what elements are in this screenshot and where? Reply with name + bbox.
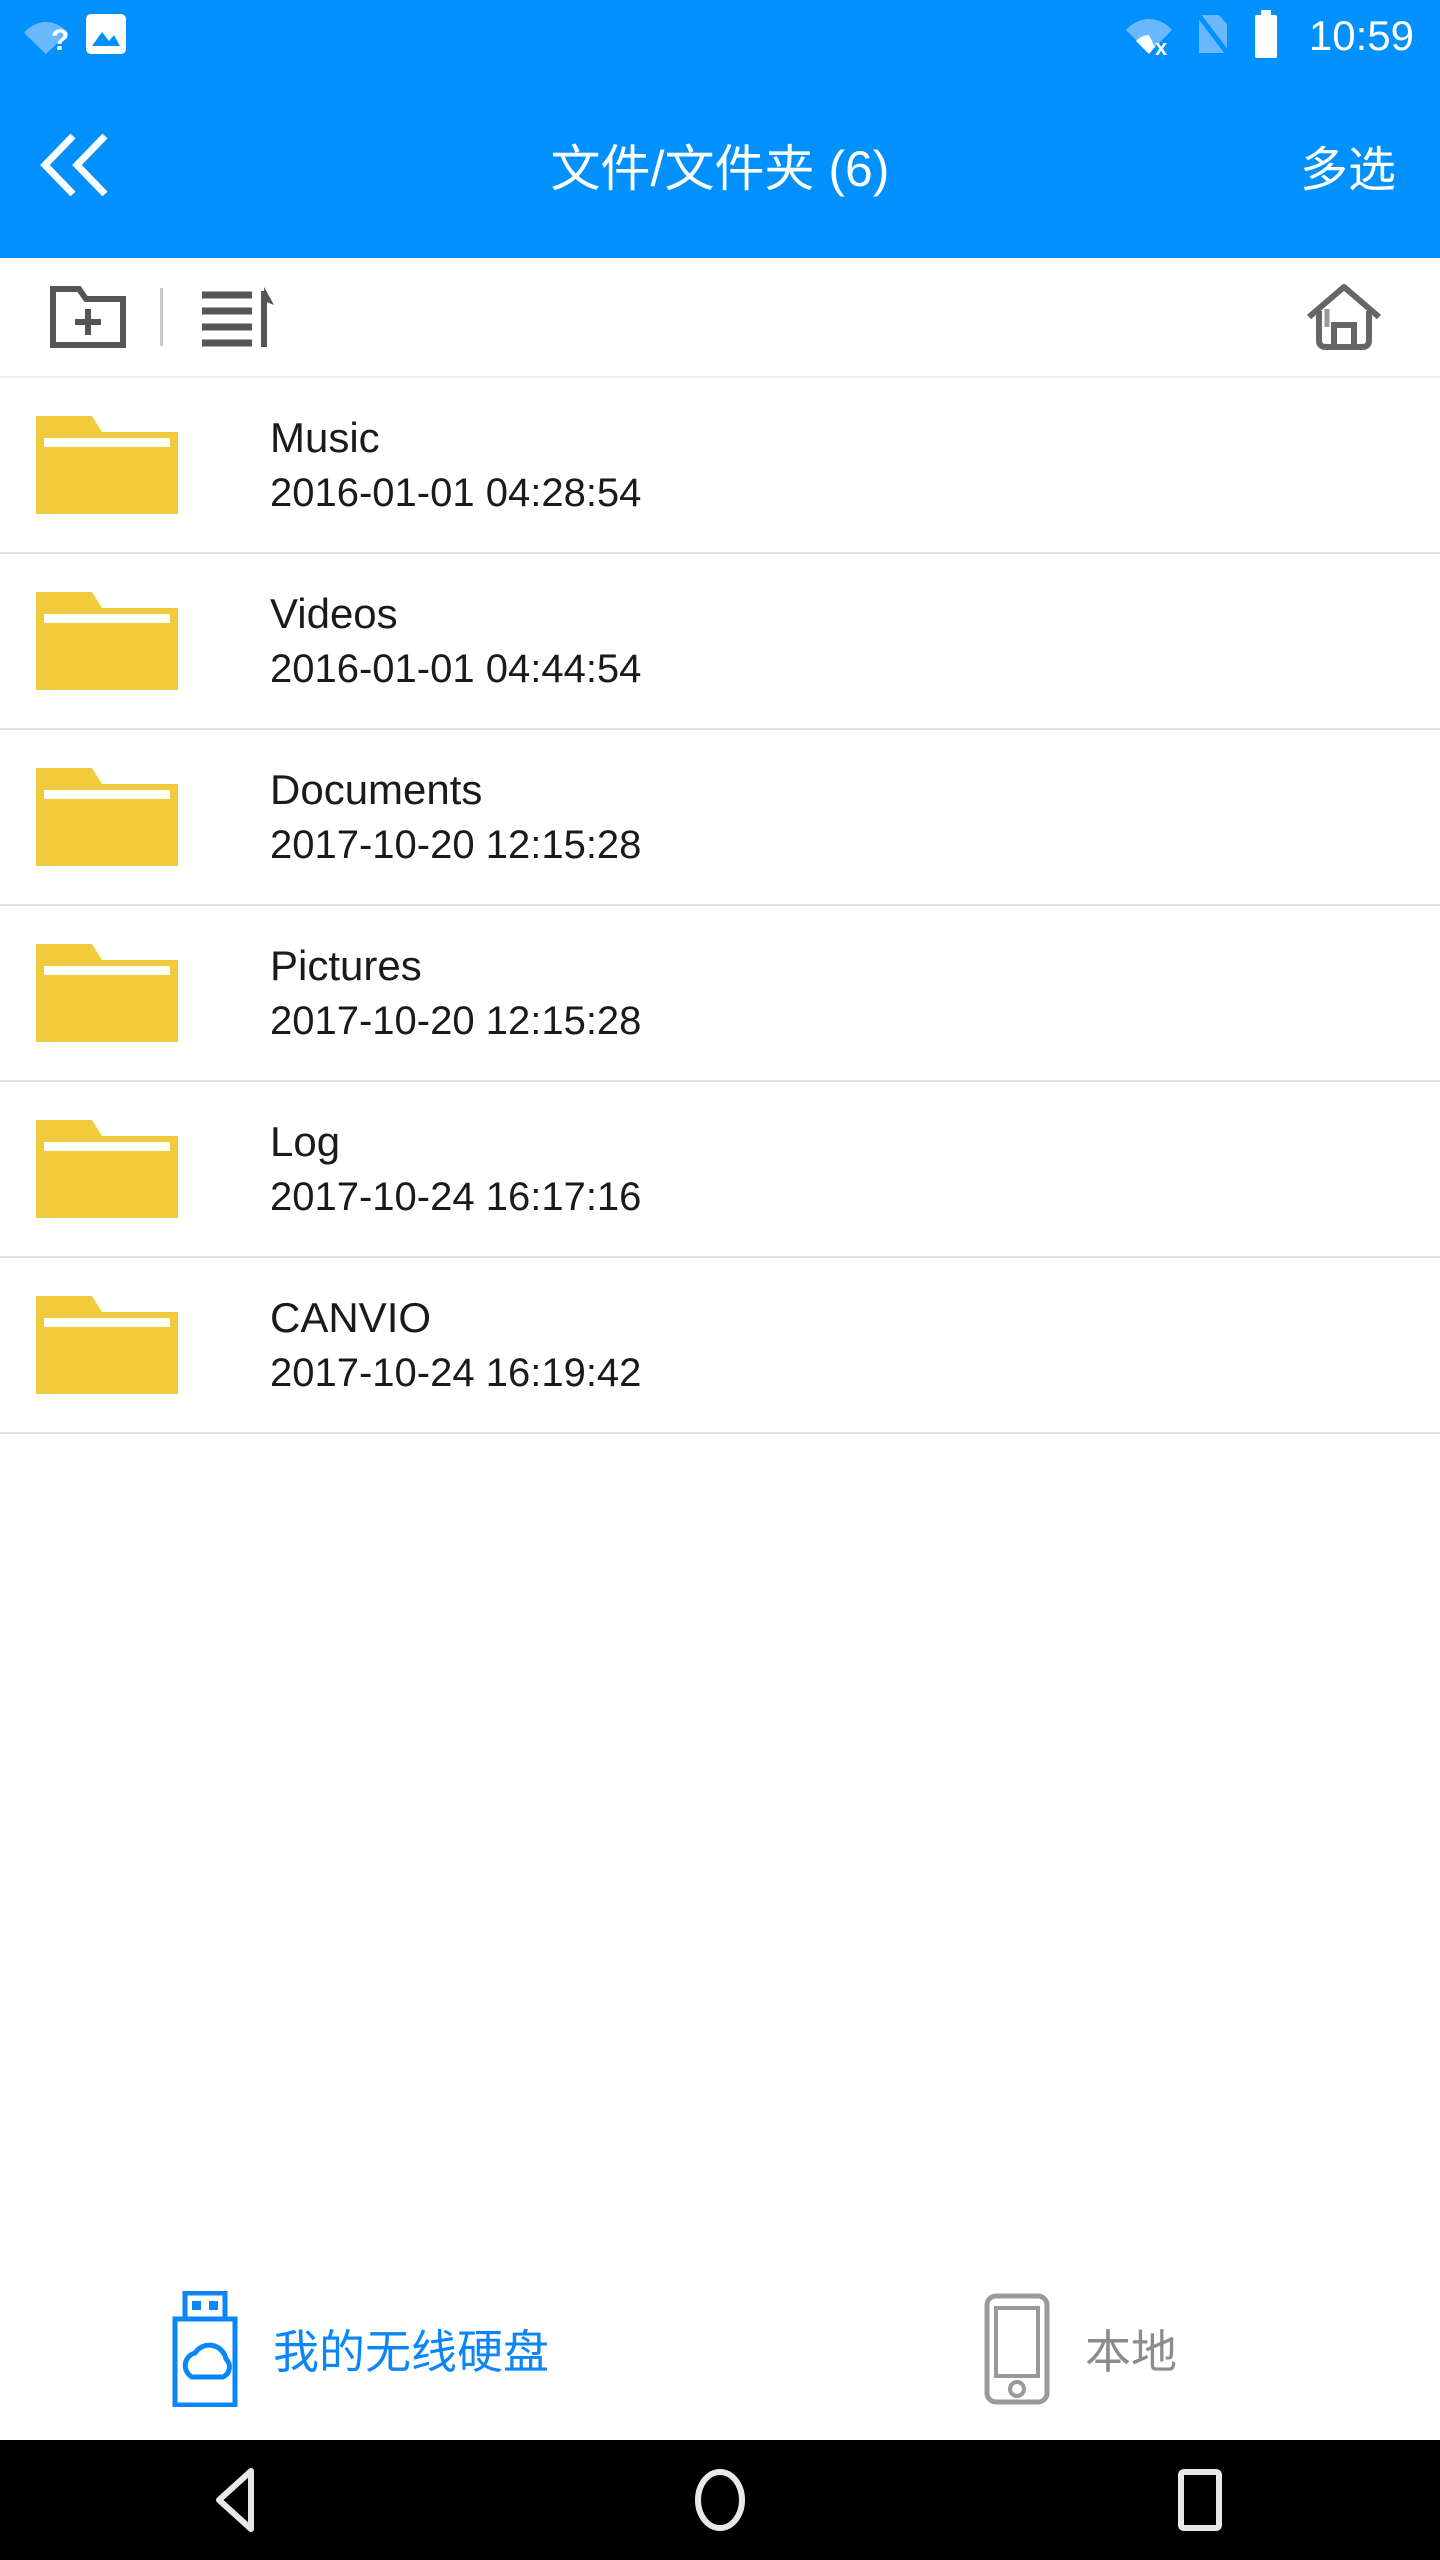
file-date: 2016-01-01 04:44:54 [270, 647, 642, 692]
file-name: CANVIO [270, 1293, 432, 1341]
nav-recents-square-icon [1178, 2469, 1222, 2531]
nav-back-triangle-icon [216, 2468, 254, 2532]
file-date: 2017-10-20 12:15:28 [270, 999, 642, 1044]
phone-icon [984, 2293, 1050, 2405]
tab-wireless-drive[interactable]: 我的无线硬盘 [0, 2258, 720, 2440]
usb-cloud-drive-icon [172, 2291, 238, 2407]
svg-text:?: ? [51, 24, 68, 54]
file-date: 2016-01-01 04:28:54 [270, 471, 642, 516]
file-name: Pictures [270, 941, 422, 989]
file-name: Music [270, 413, 380, 461]
tab-label: 本地 [1085, 2326, 1177, 2378]
folder-icon [36, 1114, 178, 1224]
table-row[interactable]: Log 2017-10-24 16:17:16 [0, 1082, 1440, 1258]
android-nav-bar [0, 2440, 1440, 2560]
status-bar-right-icons: x 10:59 [1125, 9, 1414, 63]
app-bar: 文件/文件夹 (6) 多选 [0, 72, 1440, 258]
table-row[interactable]: Videos 2016-01-01 04:44:54 [0, 554, 1440, 730]
sort-icon [202, 287, 274, 347]
svg-text:x: x [1155, 35, 1168, 55]
file-meta: Music 2016-01-01 04:28:54 [270, 414, 641, 516]
toolbar-divider [160, 288, 163, 346]
nav-home-circle-icon [695, 2469, 745, 2531]
home-directory-button[interactable] [1290, 263, 1398, 371]
back-button[interactable] [0, 72, 150, 258]
multi-select-button[interactable]: 多选 [1300, 130, 1396, 200]
folder-icon [36, 410, 178, 520]
tab-label: 我的无线硬盘 [273, 2326, 549, 2378]
file-name: Log [270, 1117, 341, 1165]
folder-icon [36, 586, 178, 696]
folder-icon [36, 762, 178, 872]
file-list: Music 2016-01-01 04:28:54 Videos 2016-01… [0, 378, 1440, 2258]
folder-icon [36, 938, 178, 1048]
wifi-question-icon: ? [24, 14, 69, 59]
sim-card-off-icon [1194, 10, 1231, 62]
file-date: 2017-10-20 12:15:28 [270, 823, 642, 868]
file-name: Videos [270, 589, 398, 637]
file-meta: Log 2017-10-24 16:17:16 [270, 1118, 641, 1220]
app-root: ? x 10:59 文件/文件夹 (6) 多选 Music 2016-01-01… [0, 0, 1440, 2560]
sort-button[interactable] [181, 263, 289, 371]
double-chevron-left-icon [40, 133, 108, 197]
new-folder-icon [50, 286, 126, 348]
battery-full-icon [1253, 9, 1279, 63]
home-icon [1307, 284, 1381, 350]
file-name: Documents [270, 765, 483, 813]
file-date: 2017-10-24 16:19:42 [270, 1351, 642, 1396]
file-meta: Pictures 2017-10-20 12:15:28 [270, 942, 641, 1044]
table-row[interactable]: CANVIO 2017-10-24 16:19:42 [0, 1258, 1440, 1434]
status-bar: ? x 10:59 [0, 0, 1440, 72]
folder-icon [36, 1290, 178, 1400]
table-row[interactable]: Pictures 2017-10-20 12:15:28 [0, 906, 1440, 1082]
wifi-no-internet-icon: x [1125, 13, 1173, 60]
status-bar-clock: 10:59 [1308, 12, 1414, 59]
file-toolbar [0, 258, 1440, 378]
file-meta: CANVIO 2017-10-24 16:19:42 [270, 1294, 641, 1396]
table-row[interactable]: Music 2016-01-01 04:28:54 [0, 378, 1440, 554]
file-meta: Videos 2016-01-01 04:44:54 [270, 590, 641, 692]
bottom-tab-bar: 我的无线硬盘 本地 [0, 2258, 1440, 2440]
nav-home-button[interactable] [620, 2440, 820, 2560]
image-notification-icon [86, 13, 126, 59]
file-date: 2017-10-24 16:17:16 [270, 1175, 642, 1220]
table-row[interactable]: Documents 2017-10-20 12:15:28 [0, 730, 1440, 906]
nav-back-button[interactable] [140, 2440, 340, 2560]
new-folder-button[interactable] [34, 263, 142, 371]
tab-local[interactable]: 本地 [720, 2258, 1440, 2440]
nav-recents-button[interactable] [1100, 2440, 1300, 2560]
status-bar-left-icons: ? [24, 13, 126, 59]
page-title: 文件/文件夹 (6) [550, 141, 890, 197]
file-meta: Documents 2017-10-20 12:15:28 [270, 766, 641, 868]
